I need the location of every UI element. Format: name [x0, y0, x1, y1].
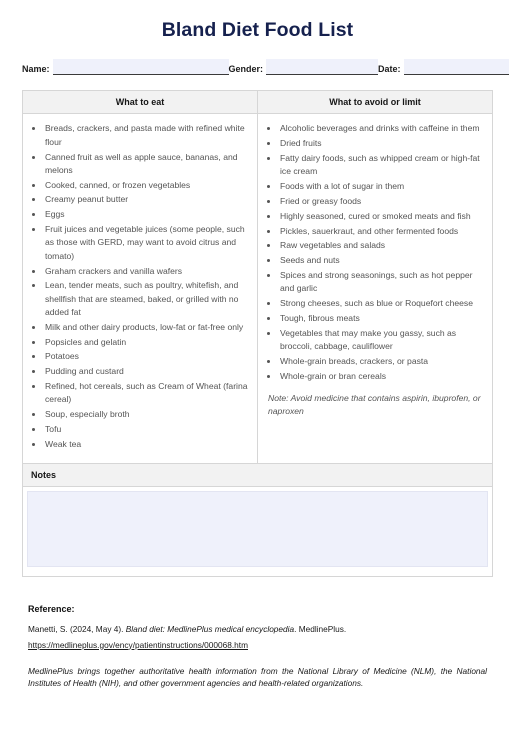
reference-url-link[interactable]: https://medlineplus.gov/ency/patientinst… [28, 639, 248, 651]
list-item: Whole-grain breads, crackers, or pasta [279, 355, 484, 368]
document-page: Bland Diet Food List Name: Gender: Date:… [0, 0, 515, 736]
gender-label: Gender: [228, 64, 264, 75]
list-item: Pickles, sauerkraut, and other fermented… [279, 225, 484, 238]
citation-author-date: Manetti, S. (2024, May 4). [28, 623, 126, 634]
column-header-what-to-eat: What to eat [115, 97, 165, 108]
reference-blurb: MedlinePlus brings together authoritativ… [28, 665, 487, 689]
list-item: Raw vegetables and salads [279, 239, 484, 252]
page-title: Bland Diet Food List [161, 19, 354, 41]
list-item: Vegetables that may make you gassy, such… [279, 327, 484, 354]
list-item: Graham crackers and vanilla wafers [44, 265, 249, 278]
list-item: Strong cheeses, such as blue or Roquefor… [279, 297, 484, 310]
table-body-row: Breads, crackers, and pasta made with re… [23, 114, 492, 464]
list-item: Fruit juices and vegetable juices (some … [44, 223, 249, 263]
cell-what-to-eat: Breads, crackers, and pasta made with re… [23, 114, 257, 462]
gender-field-group: Gender: [228, 59, 379, 76]
list-item: Dried fruits [279, 137, 484, 150]
name-field-group: Name: [22, 59, 229, 76]
table-header-row: What to eat What to avoid or limit [23, 91, 492, 115]
list-item: Refined, hot cereals, such as Cream of W… [44, 380, 249, 407]
list-item: Potatoes [44, 350, 249, 363]
cell-what-to-avoid: Alcoholic beverages and drinks with caff… [257, 114, 492, 463]
list-item: Soup, especially broth [44, 408, 249, 421]
name-label: Name: [22, 64, 50, 75]
list-item: Tofu [44, 423, 249, 436]
gender-input[interactable] [266, 59, 379, 76]
list-item: Seeds and nuts [279, 254, 484, 267]
list-item: Cooked, canned, or frozen vegetables [44, 179, 249, 192]
food-list-table: What to eat What to avoid or limit Bread… [22, 90, 493, 464]
list-item: Canned fruit as well as apple sauce, ban… [44, 151, 249, 178]
list-item: Spices and strong seasonings, such as ho… [279, 269, 484, 296]
notes-section-body [22, 486, 493, 577]
list-item: Pudding and custard [44, 365, 249, 378]
list-item: Tough, fibrous meats [279, 312, 484, 325]
list-item: Fried or greasy foods [279, 195, 484, 208]
list-item: Milk and other dairy products, low-fat o… [44, 321, 249, 334]
date-label: Date: [378, 64, 401, 75]
list-item: Fatty dairy foods, such as whipped cream… [279, 152, 484, 179]
list-item: Eggs [44, 208, 249, 221]
avoid-note: Note: Avoid medicine that contains aspir… [268, 393, 481, 417]
notes-input[interactable] [27, 490, 488, 567]
reference-title: Reference: [28, 603, 75, 614]
list-item: Highly seasoned, cured or smoked meats a… [279, 210, 484, 223]
name-input[interactable] [52, 59, 229, 76]
date-input[interactable] [403, 59, 509, 76]
patient-info-row: Name: Gender: Date: [22, 59, 509, 76]
list-item: Whole-grain or bran cereals [279, 370, 484, 383]
avoid-list: Alcoholic beverages and drinks with caff… [264, 122, 484, 383]
reference-citation: Manetti, S. (2024, May 4). Bland diet: M… [28, 623, 487, 635]
citation-source: . MedlinePlus. [294, 623, 347, 634]
citation-work-title: Bland diet: MedlinePlus medical encyclop… [125, 623, 295, 634]
list-item: Creamy peanut butter [44, 193, 249, 206]
column-header-what-to-avoid: What to avoid or limit [257, 91, 492, 114]
list-item: Lean, tender meats, such as poultry, whi… [44, 279, 249, 319]
list-item: Popsicles and gelatin [44, 336, 249, 349]
notes-section-header: Notes [22, 463, 493, 487]
date-field-group: Date: [378, 59, 509, 76]
reference-section: Reference: Manetti, S. (2024, May 4). Bl… [22, 604, 493, 690]
list-item: Breads, crackers, and pasta made with re… [44, 122, 249, 149]
eat-list: Breads, crackers, and pasta made with re… [29, 122, 249, 451]
list-item: Weak tea [44, 438, 249, 451]
list-item: Foods with a lot of sugar in them [279, 180, 484, 193]
list-item: Alcoholic beverages and drinks with caff… [279, 122, 484, 135]
